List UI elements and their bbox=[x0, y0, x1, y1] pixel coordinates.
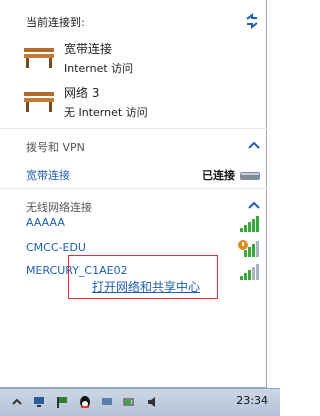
open-network-center-link[interactable]: 打开网络和共享中心 bbox=[92, 278, 200, 295]
wireless-title: 无线网络连接 bbox=[26, 201, 92, 214]
dialup-title: 拨号和 VPN bbox=[26, 141, 85, 154]
chevron-up-icon[interactable] bbox=[248, 201, 260, 209]
battery-icon[interactable] bbox=[122, 395, 136, 409]
connection-name: 宽带连接 bbox=[64, 42, 113, 56]
clock[interactable]: 23:34 bbox=[236, 394, 268, 407]
wifi-network-item[interactable]: AAAAA bbox=[26, 214, 262, 234]
connection-item: 网络 3 无 Internet 访问 bbox=[22, 84, 262, 124]
dialup-section: 拨号和 VPN 宽带连接 已连接 bbox=[0, 128, 267, 189]
display-icon[interactable] bbox=[100, 395, 114, 409]
dialup-label[interactable]: 宽带连接 bbox=[26, 167, 70, 183]
qq-icon[interactable] bbox=[78, 395, 92, 409]
bench-network-icon bbox=[24, 92, 54, 112]
chevron-up-icon[interactable] bbox=[248, 141, 260, 149]
network-flyout: 当前连接到: 宽带连接 Internet 访问 网络 3 无 Internet … bbox=[0, 0, 267, 388]
wifi-signal-icon bbox=[240, 264, 259, 280]
volume-icon[interactable] bbox=[146, 395, 160, 409]
connection-status: Internet 访问 bbox=[64, 62, 134, 75]
dialup-item[interactable]: 宽带连接 已连接 bbox=[26, 165, 262, 185]
connection-name: 网络 3 bbox=[64, 86, 100, 100]
connected-status: 已连接 bbox=[202, 169, 235, 182]
tray-expand-icon[interactable] bbox=[10, 395, 24, 409]
wifi-secured-signal-icon bbox=[238, 240, 259, 257]
wifi-ssid[interactable]: CMCC-EDU bbox=[26, 241, 86, 254]
bench-network-icon bbox=[24, 48, 54, 68]
wifi-signal-icon bbox=[240, 216, 259, 232]
connection-item: 宽带连接 Internet 访问 bbox=[22, 40, 262, 80]
wifi-ssid[interactable]: AAAAA bbox=[26, 216, 65, 229]
flag-icon[interactable] bbox=[55, 395, 69, 409]
connection-status: 无 Internet 访问 bbox=[64, 106, 148, 119]
modem-icon bbox=[240, 172, 260, 180]
current-connections-header: 当前连接到: bbox=[26, 16, 85, 29]
refresh-icon[interactable] bbox=[244, 13, 260, 29]
network-icon[interactable] bbox=[32, 395, 46, 409]
taskbar: 23:34 bbox=[0, 388, 280, 416]
